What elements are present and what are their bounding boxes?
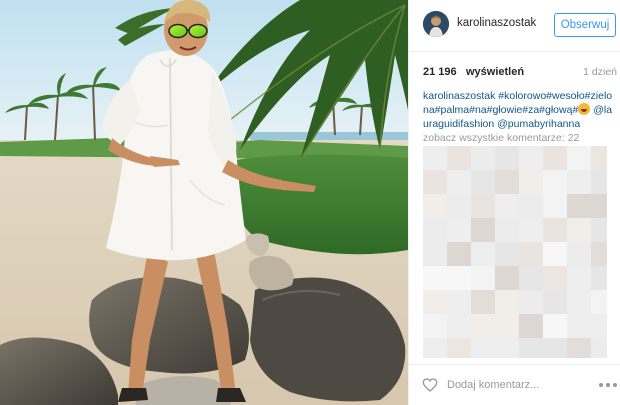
pixel-cell — [591, 314, 607, 338]
pixel-cell — [423, 314, 447, 338]
views-count: 21 196 — [423, 66, 457, 78]
post-header: karolinaszostak Obserwuj — [409, 0, 620, 52]
pixel-cell — [423, 218, 447, 242]
pixel-cell — [495, 338, 519, 358]
pixel-cell — [591, 242, 607, 266]
pixel-cell — [471, 146, 495, 170]
pixel-cell — [543, 242, 567, 266]
grinning-face-emoji-icon — [578, 103, 591, 115]
post-timestamp[interactable]: 1 dzień — [583, 66, 617, 78]
pixel-cell — [495, 242, 519, 266]
pixel-cell — [567, 218, 591, 242]
pixel-cell — [495, 314, 519, 338]
post-side-panel: karolinaszostak Obserwuj 21 196 wyświetl… — [408, 0, 620, 405]
post-photo — [0, 0, 408, 405]
pixel-cell — [471, 290, 495, 314]
pixel-cell — [471, 170, 495, 194]
pixel-cell — [447, 290, 471, 314]
pixel-cell — [567, 290, 591, 314]
pixel-cell — [519, 194, 543, 218]
pixel-cell — [519, 218, 543, 242]
more-options-icon[interactable] — [599, 383, 617, 388]
pixel-cell — [543, 314, 567, 338]
pixel-cell — [423, 146, 447, 170]
post-stats: 21 196 wyświetleń 1 dzień — [423, 66, 617, 80]
pixel-cell — [447, 338, 471, 358]
views-label: wyświetleń — [466, 66, 525, 78]
pixel-cell — [519, 338, 543, 358]
pixel-cell — [471, 194, 495, 218]
pixel-cell — [543, 266, 567, 290]
pixel-cell — [567, 266, 591, 290]
post-caption: karolinaszostak #kolorowo#wesoło#zielona… — [423, 89, 615, 131]
pixel-cell — [495, 146, 519, 170]
pixel-cell — [519, 146, 543, 170]
pixel-cell — [423, 170, 447, 194]
pixel-cell — [495, 194, 519, 218]
pixel-cell — [543, 338, 567, 358]
pixel-cell — [423, 290, 447, 314]
pixel-cell — [495, 218, 519, 242]
heart-icon[interactable] — [422, 377, 438, 393]
pixel-cell — [519, 170, 543, 194]
pixel-cell — [543, 170, 567, 194]
pixel-cell — [471, 242, 495, 266]
pixel-cell — [519, 314, 543, 338]
pixel-cell — [519, 242, 543, 266]
pixel-cell — [447, 194, 471, 218]
pixel-cell — [543, 290, 567, 314]
post-footer — [409, 364, 620, 405]
pixel-cell — [591, 146, 607, 170]
pixel-cell — [567, 170, 591, 194]
pixel-cell — [471, 338, 495, 358]
pixel-cell — [447, 314, 471, 338]
caption-author-link[interactable]: karolinaszostak — [423, 90, 495, 102]
pixel-cell — [567, 194, 591, 218]
pixel-cell — [447, 266, 471, 290]
pixel-cell — [423, 266, 447, 290]
pixel-cell — [423, 338, 447, 358]
pixel-cell — [471, 218, 495, 242]
avatar[interactable] — [423, 11, 449, 37]
pixel-cell — [591, 218, 607, 242]
post-media[interactable] — [0, 0, 408, 405]
follow-button[interactable]: Obserwuj — [554, 13, 616, 37]
pixel-cell — [567, 242, 591, 266]
username-link[interactable]: karolinaszostak — [457, 17, 536, 29]
pixel-cell — [447, 218, 471, 242]
pixel-cell — [495, 170, 519, 194]
pixel-cell — [591, 170, 607, 194]
pixel-cell — [495, 266, 519, 290]
pixelated-comments — [423, 146, 607, 358]
pixel-cell — [543, 218, 567, 242]
pixel-cell — [471, 266, 495, 290]
pixel-cell — [591, 194, 607, 218]
pixel-cell — [591, 338, 607, 358]
pixel-cell — [543, 146, 567, 170]
pixel-cell — [567, 338, 591, 358]
pixel-cell — [447, 146, 471, 170]
pixel-cell — [447, 242, 471, 266]
pixel-cell — [447, 170, 471, 194]
pixel-cell — [543, 194, 567, 218]
pixel-cell — [591, 266, 607, 290]
pixel-cell — [423, 194, 447, 218]
pixel-cell — [519, 266, 543, 290]
pixel-cell — [495, 290, 519, 314]
pixel-cell — [567, 314, 591, 338]
view-all-comments-link[interactable]: zobacz wszystkie komentarze: 22 — [423, 132, 579, 144]
pixel-cell — [591, 290, 607, 314]
pixel-cell — [423, 242, 447, 266]
comment-input[interactable] — [447, 377, 587, 393]
pixel-cell — [471, 314, 495, 338]
pixel-cell — [519, 290, 543, 314]
pixel-cell — [567, 146, 591, 170]
